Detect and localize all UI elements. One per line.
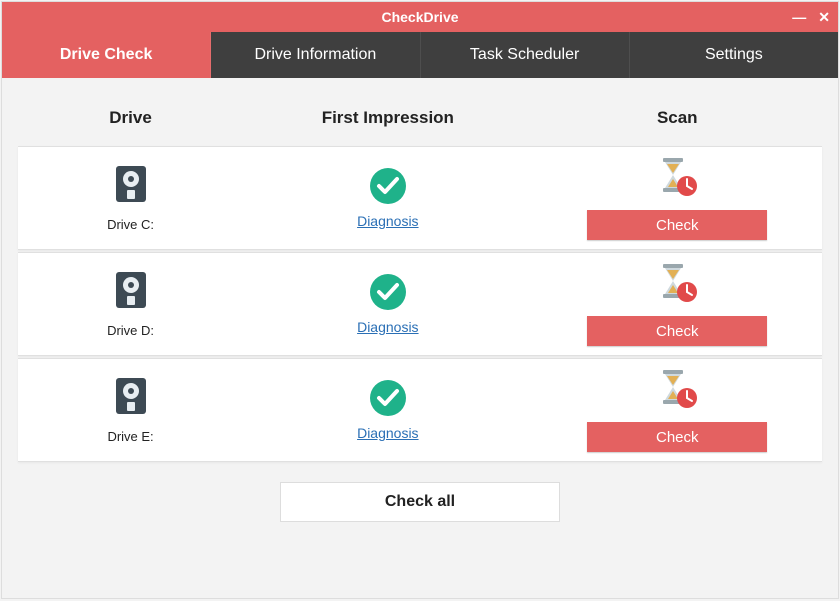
checkmark-icon [369,167,407,205]
window-title: CheckDrive [381,9,458,25]
header-drive: Drive [18,108,243,128]
diagnosis-link[interactable]: Diagnosis [357,425,418,441]
tab-drive-information[interactable]: Drive Information [211,32,420,78]
tab-label: Settings [705,46,763,64]
hourglass-clock-icon [657,262,697,304]
tab-drive-check[interactable]: Drive Check [2,32,211,78]
tab-settings[interactable]: Settings [630,32,838,78]
hourglass-clock-icon [657,156,697,198]
drive-label: Drive E: [107,429,153,444]
check-button[interactable]: Check [587,422,767,452]
main-content: Drive First Impression Scan Drive C: [2,78,838,532]
header-scan: Scan [533,108,822,128]
tab-label: Task Scheduler [470,46,579,64]
tab-task-scheduler[interactable]: Task Scheduler [421,32,630,78]
diagnosis-link[interactable]: Diagnosis [357,319,418,335]
header-impression: First Impression [243,108,532,128]
checkmark-icon [369,273,407,311]
disk-icon [114,270,148,315]
drive-row: Drive E: Diagnosis [18,358,822,462]
drive-label: Drive C: [107,217,154,232]
check-button[interactable]: Check [587,316,767,346]
disk-icon [114,376,148,421]
drive-row: Drive D: Diagnosis [18,252,822,356]
diagnosis-link[interactable]: Diagnosis [357,213,418,229]
titlebar: CheckDrive — ✕ [2,2,838,32]
check-all-button[interactable]: Check all [280,482,560,522]
checkmark-icon [369,379,407,417]
check-button[interactable]: Check [587,210,767,240]
tab-label: Drive Information [254,46,376,64]
drive-label: Drive D: [107,323,154,338]
disk-icon [114,164,148,209]
minimize-button[interactable]: — [792,9,806,25]
hourglass-clock-icon [657,368,697,410]
column-headers: Drive First Impression Scan [18,98,822,146]
tab-label: Drive Check [60,46,153,64]
tab-bar: Drive Check Drive Information Task Sched… [2,32,838,78]
close-button[interactable]: ✕ [818,9,830,26]
drive-row: Drive C: Diagnosis [18,146,822,250]
